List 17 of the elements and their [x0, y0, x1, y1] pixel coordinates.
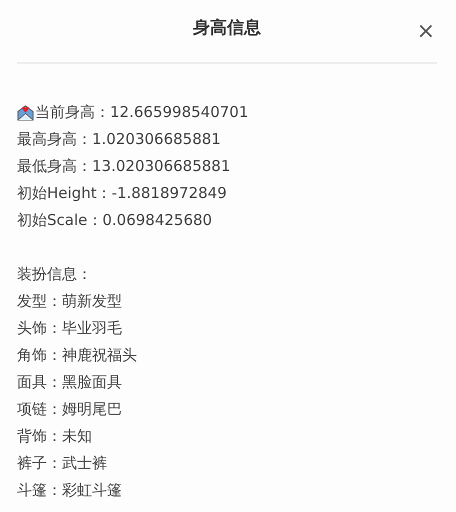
outfit-text: 裤子：武士裤 — [17, 453, 107, 474]
stat-text: 当前身高：12.665998540701 — [35, 102, 248, 123]
outfit-text: 面具：黑脸面具 — [17, 372, 122, 393]
outfit-text: 项链：姆明尾巴 — [17, 399, 122, 420]
outfit-text: 斗篷：彩虹斗篷 — [17, 480, 122, 501]
stat-text: 最低身高：13.020306685881 — [17, 156, 230, 177]
stat-text: 最高身高：1.020306685881 — [17, 129, 221, 150]
outfit-text: 背饰：未知 — [17, 426, 92, 447]
outfit-text: 头饰：毕业羽毛 — [17, 318, 122, 339]
outfit-text: 角饰：神鹿祝福头 — [17, 345, 137, 366]
stat-text: 初始Scale：0.0698425680 — [17, 210, 212, 231]
section-heading: 装扮信息： — [17, 264, 92, 285]
outfit-text: 发型：萌新发型 — [17, 291, 122, 312]
close-button[interactable]: × — [414, 20, 437, 44]
envelope-heart-icon — [17, 104, 34, 121]
stat-text: 初始Height：-1.8818972849 — [17, 183, 227, 204]
dialog-title: 身高信息 — [193, 16, 261, 38]
